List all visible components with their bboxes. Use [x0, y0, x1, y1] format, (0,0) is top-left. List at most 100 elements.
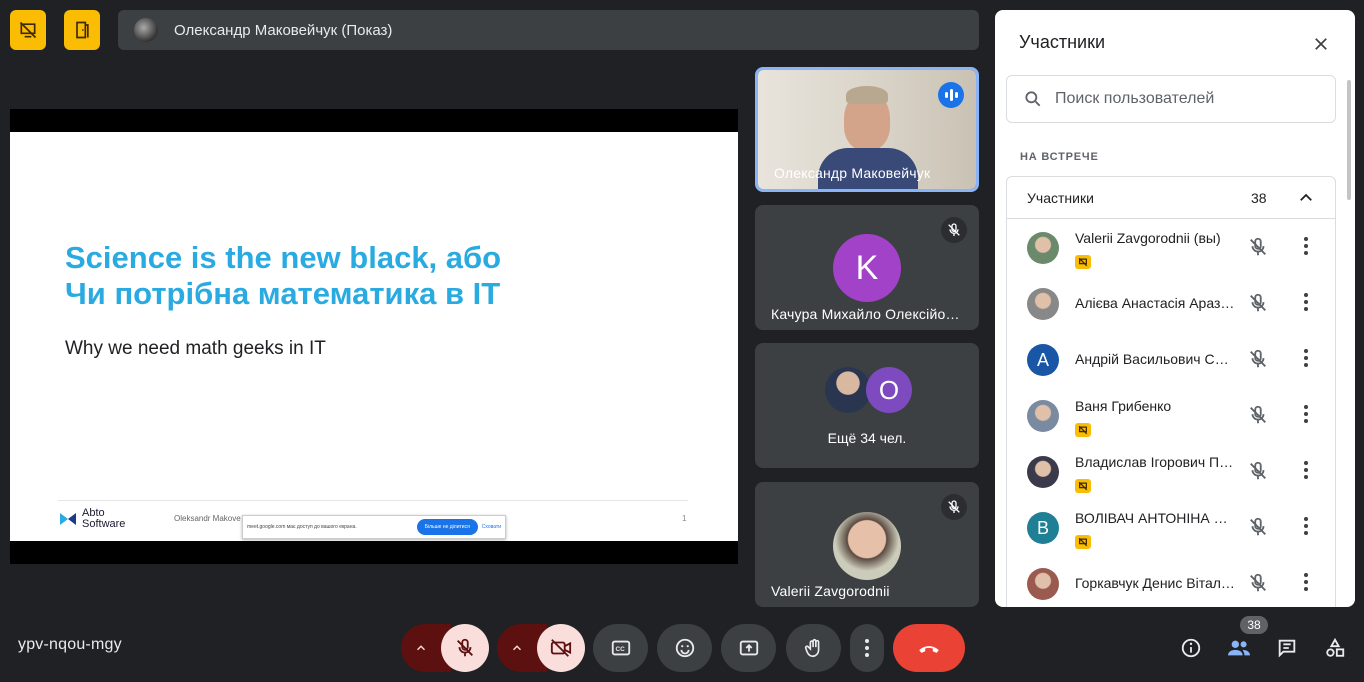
search-icon [1025, 91, 1041, 107]
present-screen-icon [739, 640, 758, 656]
participant-avatar [1027, 288, 1059, 320]
mic-off-icon[interactable] [1247, 460, 1269, 482]
close-icon [1315, 38, 1327, 50]
chat-icon [1278, 639, 1296, 658]
hide-toast-link[interactable]: Сховати [482, 524, 501, 530]
participant-tile-self[interactable]: Valerii Zavgorodnii [755, 482, 979, 607]
speaking-indicator [938, 82, 964, 108]
mic-off-icon [941, 217, 967, 243]
more-vert-icon [865, 639, 869, 657]
more-vert-icon[interactable] [1303, 516, 1309, 536]
avatar-initial: O [866, 367, 912, 413]
presentation-badge-icon [1075, 479, 1091, 493]
group-label: Участники [1027, 189, 1094, 206]
tile-name: Качура Михайло Олексійович [771, 306, 967, 322]
mic-off-icon[interactable] [1247, 292, 1269, 314]
mic-off-icon [457, 638, 473, 657]
chat-button[interactable] [1267, 628, 1307, 668]
mic-off-icon[interactable] [1247, 572, 1269, 594]
speaker-hair [846, 86, 888, 104]
group-header[interactable]: Участники 38 [1007, 177, 1335, 219]
chevron-up-icon [417, 645, 425, 651]
participant-avatar [1027, 456, 1059, 488]
door-icon [76, 21, 89, 39]
logo-text-2: Software [82, 518, 126, 530]
more-vert-icon[interactable] [1303, 348, 1309, 368]
mic-off-icon[interactable] [1247, 404, 1269, 426]
participant-row[interactable]: Ваня Грибенко [1007, 388, 1335, 444]
captions-button[interactable]: CC [593, 624, 648, 672]
slide-title-line-2: Чи потрібна математика в IT [65, 276, 501, 311]
leave-call-button[interactable] [893, 624, 965, 672]
more-options-button[interactable] [850, 624, 884, 672]
hide-presentation-button[interactable] [10, 10, 46, 50]
layout-button[interactable] [64, 10, 100, 50]
participant-row[interactable]: А Андрій Васильович Савченко [1007, 332, 1335, 388]
present-button[interactable] [721, 624, 776, 672]
abto-logo: Abto Software [58, 508, 125, 530]
captions-icon: CC [611, 640, 630, 656]
participant-row[interactable]: В ВОЛІВАЧ АНТОНІНА Петрівна [1007, 500, 1335, 556]
participant-name: Горкавчук Денис Віталійович [1075, 575, 1235, 591]
slide-author: Oleksandr Makove [174, 514, 241, 523]
participant-row[interactable]: Valerii Zavgorodnii (вы) [1007, 220, 1335, 276]
people-icon [1228, 640, 1250, 656]
slide-title-line-1: Science is the new black, або [65, 240, 502, 275]
participant-row[interactable]: Горкавчук Денис Віталійович [1007, 556, 1335, 607]
participant-name: Алієва Анастасія Аразівна [1075, 295, 1235, 311]
stop-sharing-button[interactable]: Більше не ділитися [416, 519, 478, 535]
share-toast: meet.google.com має доступ до вашого екр… [242, 515, 506, 539]
more-vert-icon[interactable] [1303, 236, 1309, 256]
meeting-details-button[interactable] [1171, 628, 1211, 668]
group-count: 38 [1251, 189, 1267, 206]
more-vert-icon[interactable] [1303, 572, 1309, 592]
more-vert-icon[interactable] [1303, 292, 1309, 312]
panel-title: Участники [1019, 32, 1105, 52]
participant-avatar [1027, 400, 1059, 432]
activities-button[interactable] [1315, 628, 1355, 668]
scrollbar[interactable] [1347, 80, 1351, 200]
camera-toggle-button[interactable] [537, 624, 585, 672]
mic-off-icon[interactable] [1247, 348, 1269, 370]
search-input[interactable]: Поиск пользователей [1006, 75, 1336, 123]
more-participants-tile[interactable]: O Ещё 34 чел. [755, 343, 979, 468]
participant-tile-speaker[interactable]: Олександр Маковейчук [755, 67, 979, 192]
more-vert-icon[interactable] [1303, 404, 1309, 424]
presentation-off-icon [19, 21, 37, 39]
mic-toggle-button[interactable] [441, 624, 489, 672]
abto-logo-icon [60, 513, 76, 525]
presentation-badge-icon [1075, 255, 1091, 269]
toast-text: meet.google.com має доступ до вашого екр… [247, 524, 357, 530]
meeting-code: ypv-nqou-mgy [18, 636, 122, 653]
participant-tile[interactable]: K Качура Михайло Олексійович [755, 205, 979, 330]
slide-page-number: 1 [682, 514, 687, 523]
people-button[interactable] [1219, 628, 1259, 668]
participant-name: Ваня Грибенко [1075, 398, 1172, 414]
slide: Science is the new black, або Чи потрібн… [10, 132, 738, 541]
participants-panel: Участники Поиск пользователей НА ВСТРЕЧЕ… [995, 10, 1355, 607]
participant-avatar: А [1027, 344, 1059, 376]
chevron-up-icon [1300, 193, 1312, 201]
mic-off-icon [941, 494, 967, 520]
reactions-button[interactable] [657, 624, 712, 672]
hand-icon [804, 638, 819, 658]
more-vert-icon[interactable] [1303, 460, 1309, 480]
shapes-icon [1326, 637, 1345, 657]
presenter-label: Олександр Маковейчук (Показ) [174, 21, 393, 39]
mic-off-icon[interactable] [1247, 236, 1269, 258]
participant-row[interactable]: Владислав Ігорович Петренко [1007, 444, 1335, 500]
participant-name: Андрій Васильович Савченко [1075, 351, 1235, 367]
search-placeholder: Поиск пользователей [1055, 90, 1215, 107]
mic-off-icon[interactable] [1247, 516, 1269, 538]
presentation-badge-icon [1075, 535, 1091, 549]
participants-list: Участники 38 Valerii Zavgorodnii (вы) Алі… [1006, 176, 1336, 607]
presentation-stage[interactable]: Science is the new black, або Чи потрібн… [10, 109, 738, 564]
avatar [825, 367, 871, 413]
close-panel-button[interactable] [1307, 30, 1335, 58]
presenter-avatar [134, 18, 158, 42]
tile-name: Олександр Маковейчук [774, 165, 931, 181]
raise-hand-button[interactable] [786, 624, 841, 672]
participant-row[interactable]: Алієва Анастасія Аразівна [1007, 276, 1335, 332]
presenter-banner: Олександр Маковейчук (Показ) [118, 10, 979, 50]
tile-name: Valerii Zavgorodnii [771, 583, 890, 599]
